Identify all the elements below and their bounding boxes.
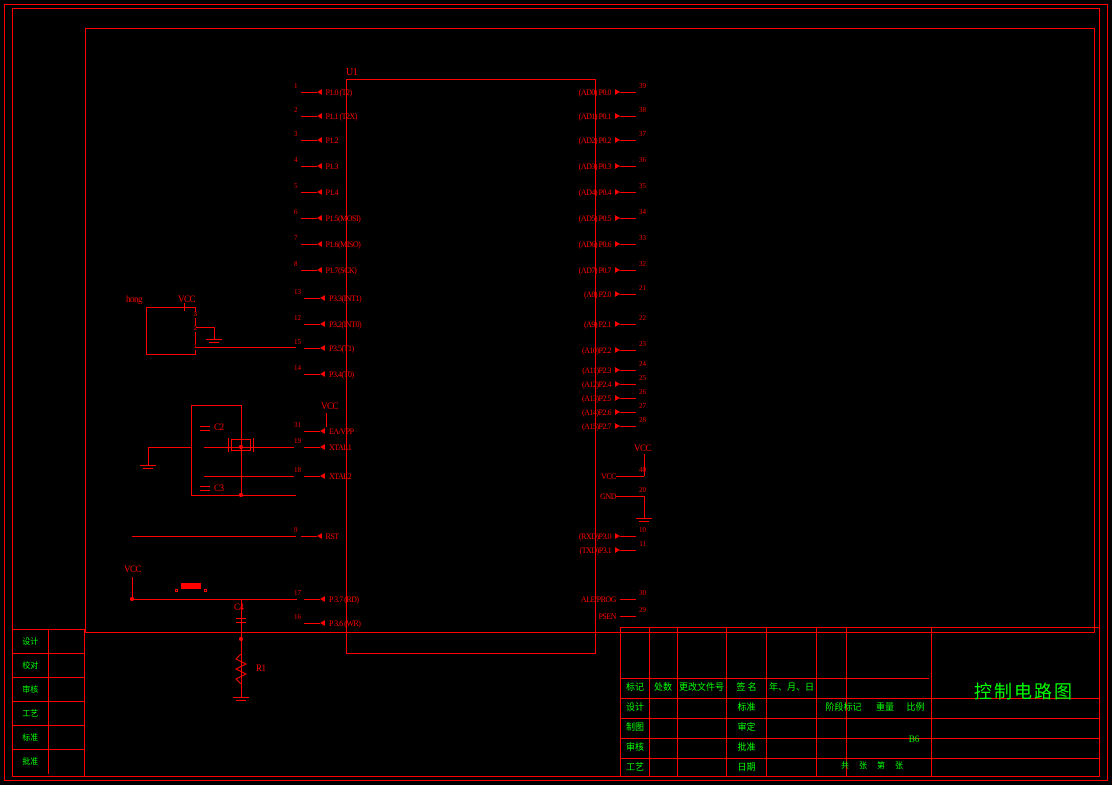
drawing-title: 控制电路图 xyxy=(959,678,1089,704)
c4-label: C4 xyxy=(234,602,244,612)
drawing-area: U1 1P1.0 (T2) 2P1.1 (T2X) 3P1.2 4P1.3 5P… xyxy=(85,28,1095,633)
side-revision-table: 设计 校对 审核 工艺 标准 批准 xyxy=(12,629,85,777)
vcc-reset: VCC xyxy=(124,564,141,574)
c2-label: C2 xyxy=(214,422,224,432)
r1-label: R1 xyxy=(256,663,266,673)
chip-refdes: U1 xyxy=(346,67,357,78)
hong-block: 3 2 1 xyxy=(146,307,196,355)
hong-label: hong xyxy=(126,294,142,304)
ground-icon-3 xyxy=(233,697,249,707)
capacitor-c2 xyxy=(200,421,210,435)
resistor-r1 xyxy=(234,654,248,684)
ic-outline xyxy=(346,79,596,654)
vcc-hong-label: VCC xyxy=(178,294,195,304)
vcc-ea: VCC xyxy=(321,401,338,411)
capacitor-c4 xyxy=(236,613,246,627)
c3-label: C3 xyxy=(214,483,224,493)
title-block: 标记 处数 更改文件号 签 名 年、月、日 设计 制图 审核 工艺 标准 审定 … xyxy=(620,627,1100,777)
capacitor-c3 xyxy=(200,481,210,495)
ground-icon-2 xyxy=(140,465,156,475)
crystal-symbol xyxy=(231,439,251,451)
ground-icon-4 xyxy=(636,518,652,528)
reset-button-symbol xyxy=(171,587,211,595)
vcc-right: VCC xyxy=(634,443,651,453)
